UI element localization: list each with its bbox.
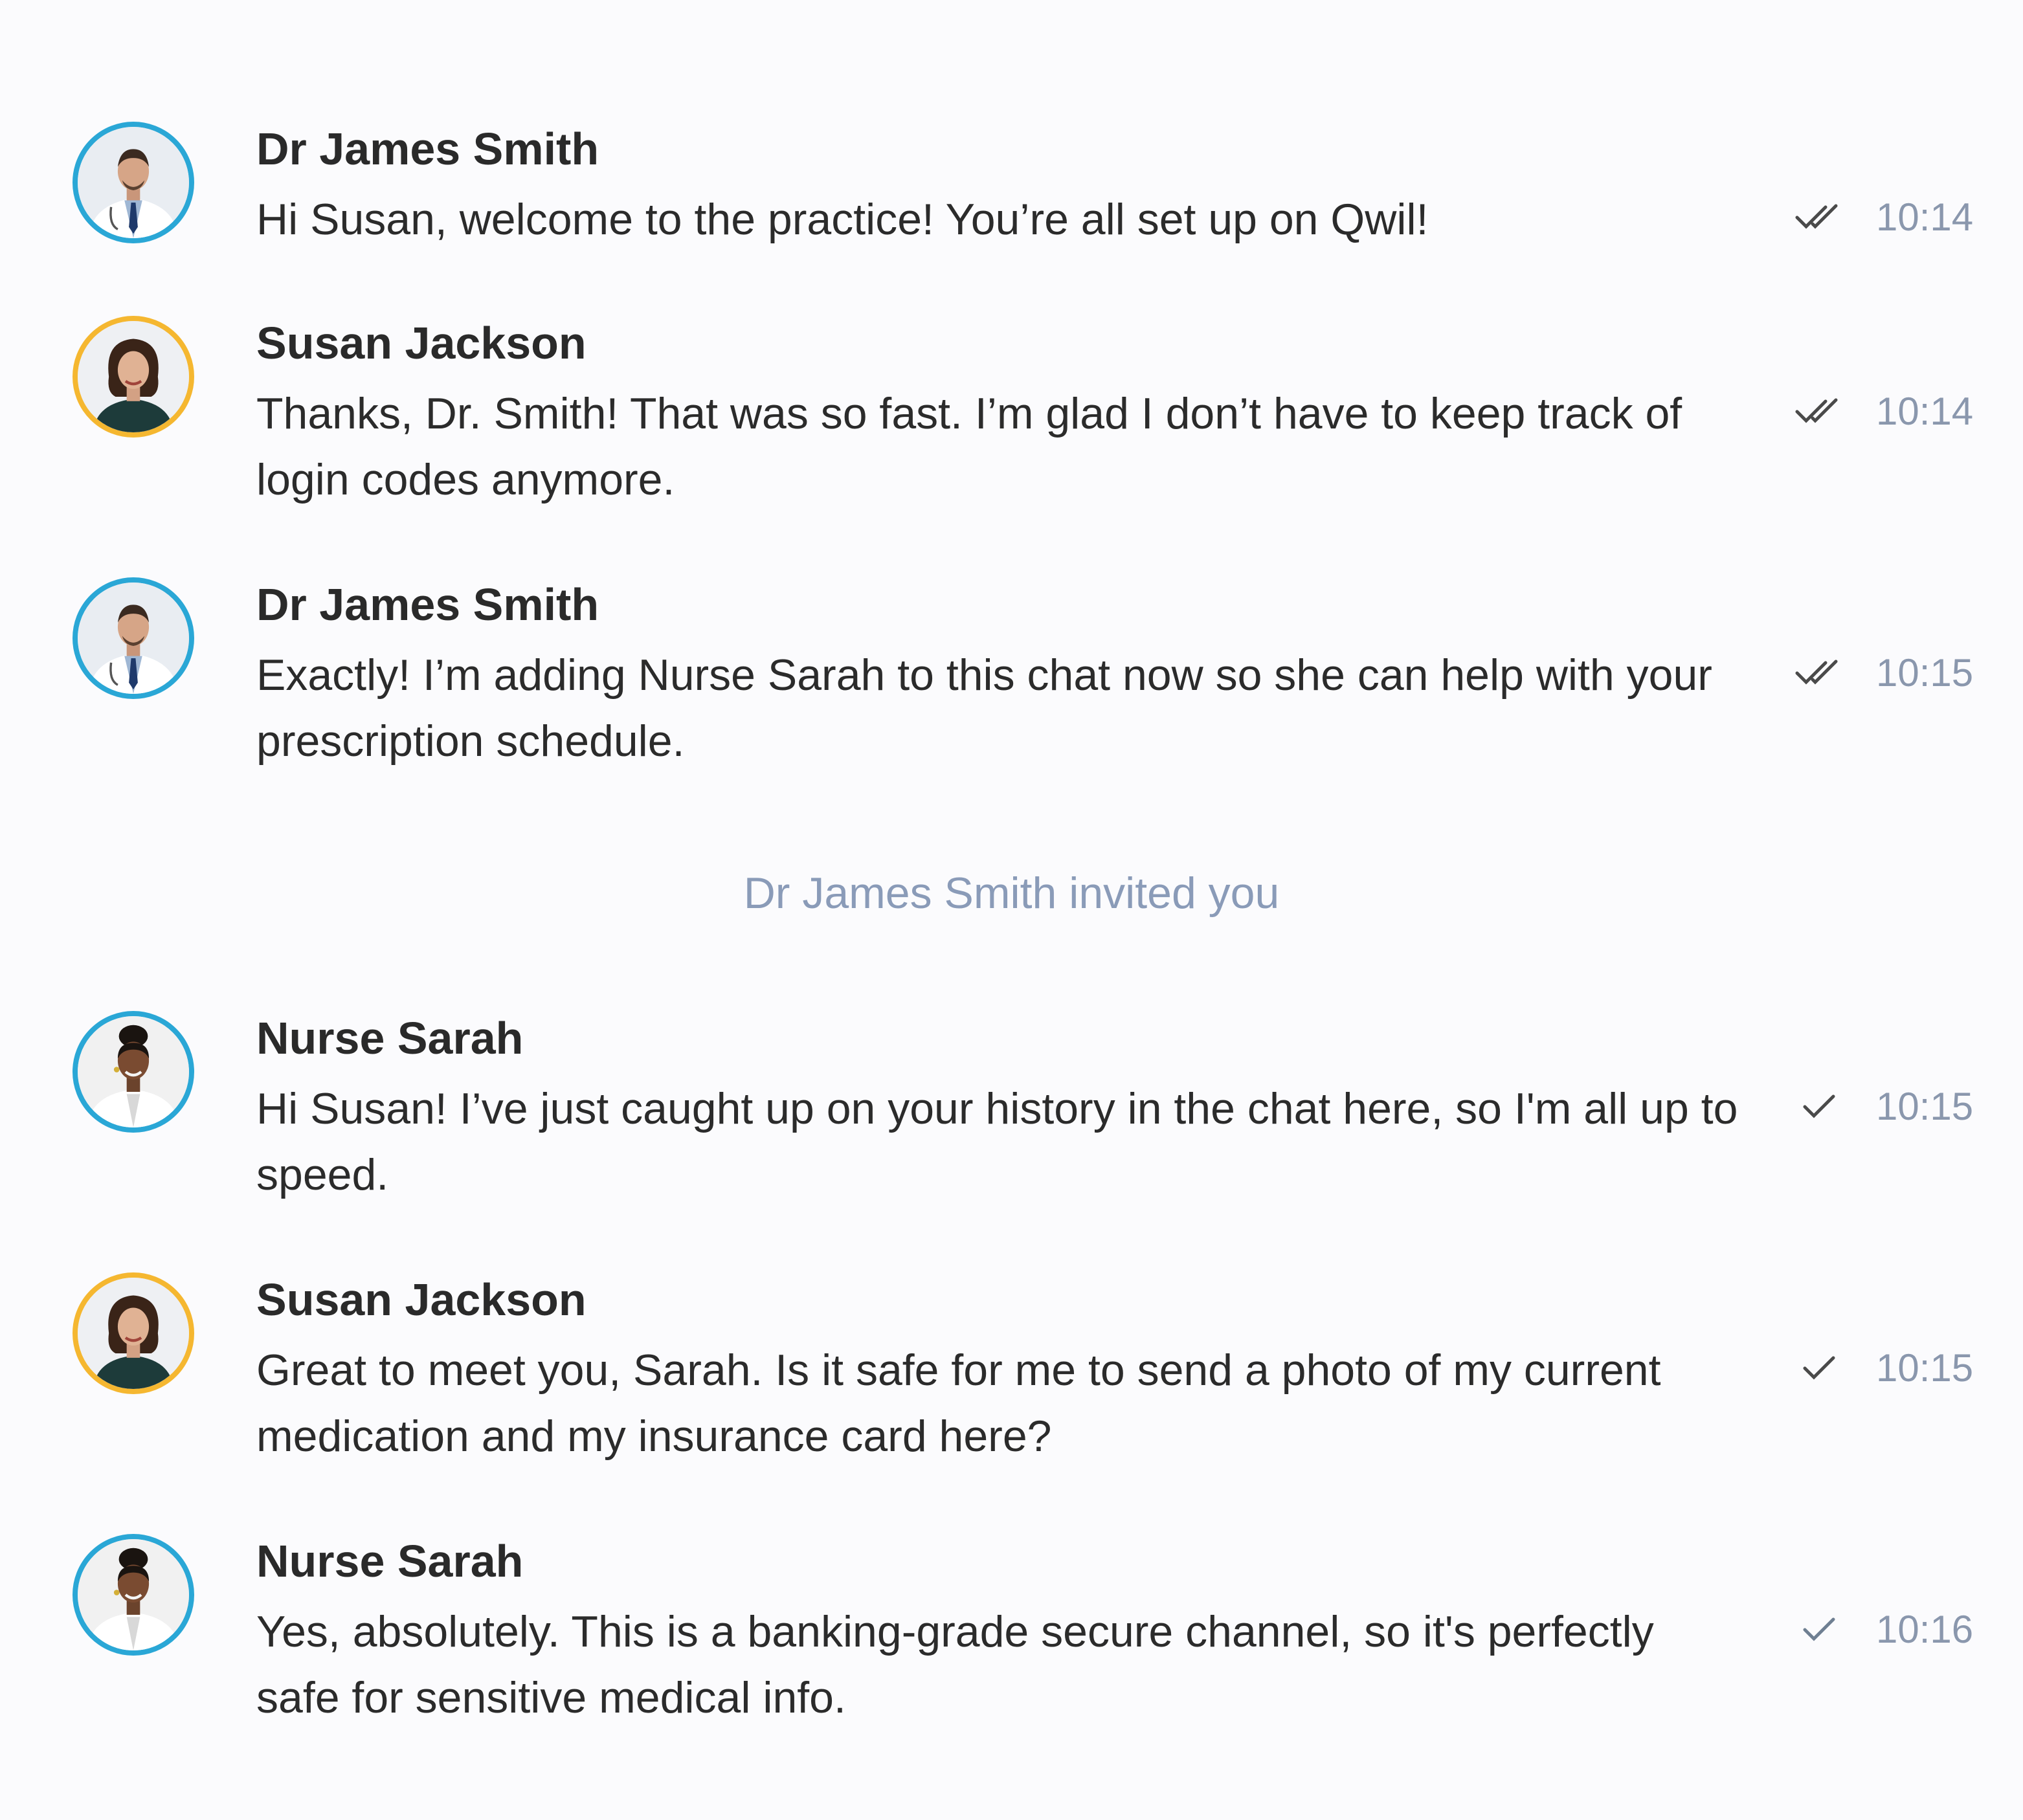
sender-name: Dr James Smith [256, 124, 599, 174]
doctor-avatar-icon[interactable] [73, 122, 194, 243]
message-time: 10:15 [1876, 1085, 1974, 1128]
message-time: 10:15 [1876, 651, 1974, 694]
message-text: Great to meet you, Sarah. Is it safe for… [256, 1346, 1661, 1461]
double-check-icon [1793, 392, 1845, 431]
sender-name: Nurse Sarah [256, 1013, 524, 1063]
double-check-icon [1793, 654, 1845, 693]
double-check-icon [1793, 198, 1845, 237]
message-text: Thanks, Dr. Smith! That was so fast. I’m… [256, 389, 1682, 504]
single-check-icon [1793, 1087, 1845, 1126]
message-time: 10:14 [1876, 390, 1974, 433]
message-text: Yes, absolutely. This is a banking-grade… [256, 1607, 1654, 1722]
sender-name: Dr James Smith [256, 579, 599, 630]
patient-avatar-icon[interactable] [73, 1272, 194, 1394]
sender-name: Susan Jackson [256, 318, 587, 368]
message-text: Hi Susan! I’ve just caught up on your hi… [256, 1084, 1738, 1199]
nurse-avatar-icon[interactable] [73, 1534, 194, 1656]
doctor-avatar-icon[interactable] [73, 577, 194, 699]
sender-name: Nurse Sarah [256, 1536, 524, 1586]
message-text: Exactly! I’m adding Nurse Sarah to this … [256, 650, 1712, 766]
message-time: 10:15 [1876, 1346, 1974, 1390]
message-text: Hi Susan, welcome to the practice! You’r… [256, 195, 1429, 244]
single-check-icon [1793, 1349, 1845, 1388]
sender-name: Susan Jackson [256, 1274, 587, 1325]
message-time: 10:14 [1876, 195, 1974, 239]
nurse-avatar-icon[interactable] [73, 1011, 194, 1133]
patient-avatar-icon[interactable] [73, 316, 194, 438]
message-time: 10:16 [1876, 1608, 1974, 1651]
single-check-icon [1793, 1610, 1845, 1649]
chat-thread: Dr James Smith Hi Susan, welcome to the … [0, 0, 2023, 1820]
system-notice: Dr James Smith invited you [743, 869, 1280, 918]
